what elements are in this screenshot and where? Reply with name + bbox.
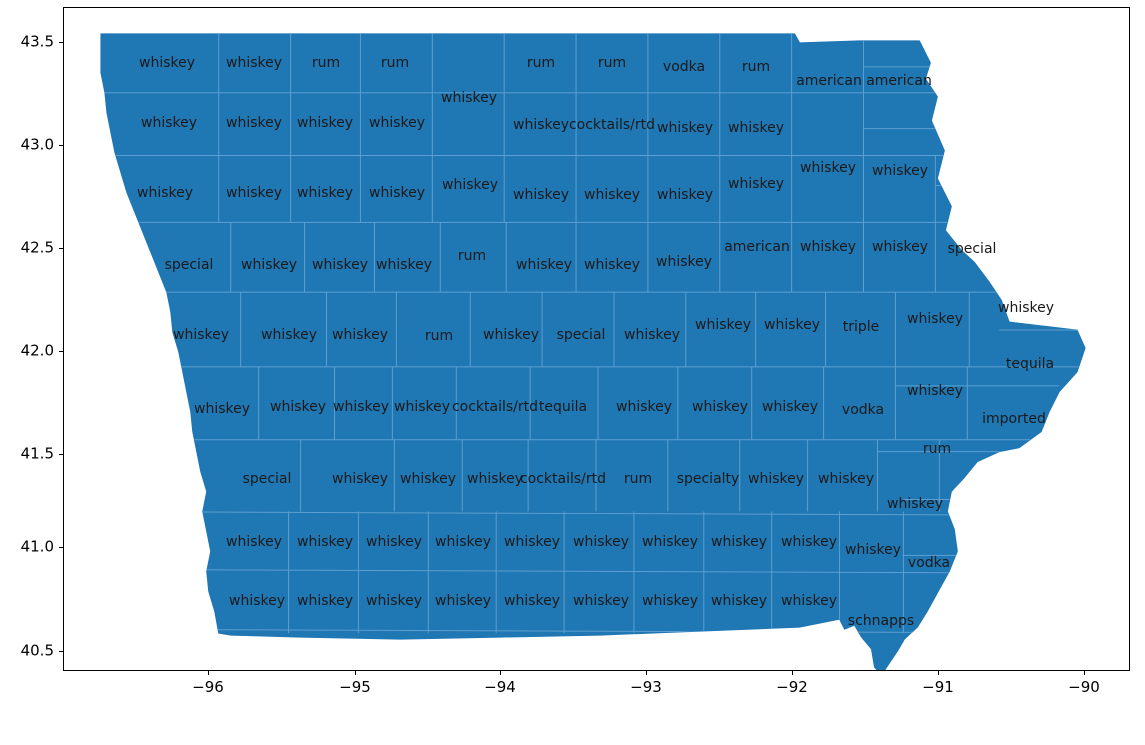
county-polygons-layer — [100, 33, 1086, 670]
x-tick-label: −91 — [922, 678, 954, 696]
y-tick-label: 43.5 — [20, 32, 54, 51]
x-tick-mark — [355, 671, 357, 675]
x-tick-mark — [938, 671, 940, 675]
matplotlib-figure: 43.5 43.0 42.5 42.0 41.5 41.0 40.5 −96 −95 −94 −9… — [0, 0, 1145, 745]
x-tick-label: −90 — [1068, 678, 1100, 696]
x-tick-label: −96 — [192, 678, 224, 696]
x-tick-mark — [792, 671, 794, 675]
y-tick-label: 41.0 — [20, 537, 54, 556]
y-tick-label: 40.5 — [20, 641, 54, 660]
plot-axes: whiskey whiskey rum rum whiskey rum rum vodka ru… — [63, 7, 1130, 671]
x-tick-label: −92 — [776, 678, 808, 696]
y-tick-label: 42.0 — [20, 341, 54, 360]
x-tick-mark — [208, 671, 210, 675]
x-tick-mark — [1084, 671, 1086, 675]
x-tick-mark — [646, 671, 648, 675]
x-tick-label: −94 — [484, 678, 516, 696]
y-tick-label: 42.5 — [20, 238, 54, 257]
x-tick-label: −95 — [339, 678, 371, 696]
y-tick-label: 41.5 — [20, 444, 54, 463]
iowa-state-outline — [100, 33, 1086, 670]
x-tick-label: −93 — [630, 678, 662, 696]
iowa-county-choropleth — [100, 33, 1086, 670]
y-tick-label: 43.0 — [20, 135, 54, 154]
x-tick-mark — [500, 671, 502, 675]
